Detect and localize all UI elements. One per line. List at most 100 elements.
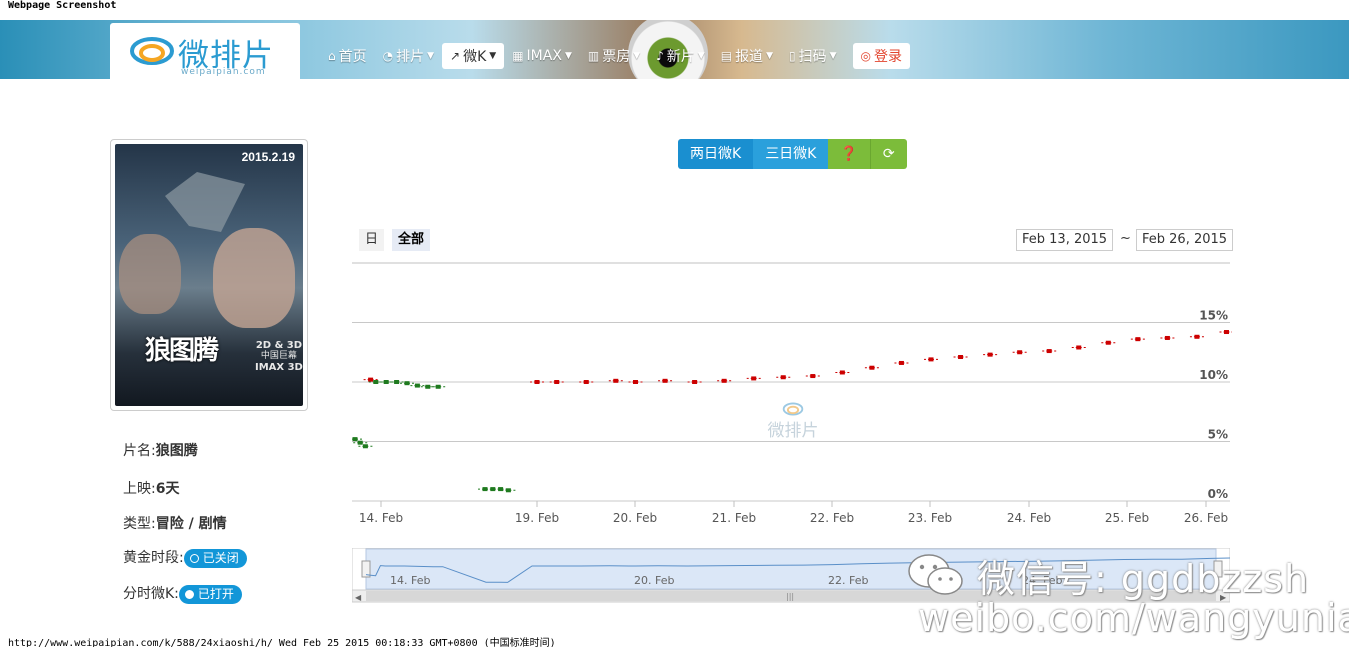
login-button[interactable]: ◎ 登录 <box>852 43 910 69</box>
x-tick-label: 20. Feb <box>613 511 657 525</box>
screenshot-caption-bottom: http://www.weipaipian.com/k/588/24xiaosh… <box>8 638 556 647</box>
y-tick-label: 5% <box>1208 428 1228 442</box>
screenshot-caption-top: Webpage Screenshot <box>8 0 117 11</box>
pie-chart-icon: ◔ <box>382 49 394 63</box>
poster-date: 2015.2.19 <box>241 150 295 164</box>
login-label: 登录 <box>874 49 902 65</box>
nav-item-weik[interactable]: ↗ 微K ▼ <box>442 43 505 69</box>
y-tick-label: 10% <box>1199 368 1228 382</box>
nav-item-scan[interactable]: ▯ 扫码 ▼ <box>781 43 845 69</box>
movie-name-row: 片名:狼图腾 <box>123 440 198 460</box>
y-tick-label: 15% <box>1199 309 1228 323</box>
help-button[interactable]: ❓ <box>828 139 870 169</box>
golden-time-toggle[interactable]: 已关闭 <box>183 548 247 568</box>
navigator-x-label: 14. Feb <box>390 574 430 587</box>
poster-image: 2015.2.19 狼图腾 2D & 3D 中国巨幕 IMAX 3D <box>115 144 303 406</box>
chevron-down-icon: ▼ <box>564 51 572 61</box>
x-tick-label: 26. Feb <box>1184 511 1228 525</box>
scroll-grip-icon: ||| <box>786 592 794 601</box>
nav-item-boxoffice[interactable]: ▥ 票房 ▼ <box>580 43 648 69</box>
poster-format-line: 中国巨幕 <box>260 351 297 361</box>
phone-icon: ▯ <box>788 49 796 63</box>
range-day-button[interactable]: 日 <box>359 229 385 251</box>
field-label: 片名: <box>123 443 156 459</box>
release-row: 上映:6天 <box>123 478 179 498</box>
date-range-separator: ~ <box>1120 231 1131 246</box>
x-tick-label: 21. Feb <box>712 511 756 525</box>
poster-format-line: 2D & 3D <box>255 340 303 351</box>
toggle-on-icon <box>184 589 194 599</box>
split-weik-toggle[interactable]: 已打开 <box>178 584 242 604</box>
nav-item-label: IMAX <box>526 48 562 64</box>
refresh-icon: ⟳ <box>882 146 895 162</box>
poster-face-artwork <box>119 234 181 314</box>
nav-item-imax[interactable]: ▦ IMAX ▼ <box>504 43 580 69</box>
date-to-input[interactable]: Feb 26, 2015 <box>1136 229 1234 251</box>
scroll-left-arrow-icon[interactable]: ◀ <box>355 593 362 602</box>
chart-watermark: 微排片 <box>766 402 820 441</box>
wechat-icon <box>908 554 963 595</box>
nav-item-label: 报道 <box>735 49 764 65</box>
release-days: 6天 <box>155 481 180 497</box>
main-nav: ⌂ 首页 ◔ 排片 ▼ ↗ 微K ▼ ▦ IMAX ▼ ▥ 票房 ▼ ♪ 新片 ▼ ▤ 报道 ▼ ▯ 扫码 ▼… <box>320 43 910 69</box>
x-tick-label: 19. Feb <box>515 511 559 525</box>
chevron-down-icon: ▼ <box>829 51 837 61</box>
genre-row: 类型:冒险 / 剧情 <box>123 513 227 533</box>
logo-eye-icon <box>130 37 174 65</box>
poster-format: 2D & 3D 中国巨幕 IMAX 3D <box>255 340 303 373</box>
movie-poster[interactable]: 2015.2.19 狼图腾 2D & 3D 中国巨幕 IMAX 3D <box>110 139 308 411</box>
x-tick-label: 22. Feb <box>810 511 854 525</box>
weibo-url: weibo.com/wangyunian <box>918 596 1349 640</box>
newspaper-icon: ▤ <box>720 49 733 63</box>
date-from-input[interactable]: Feb 13, 2015 <box>1016 229 1114 251</box>
weik-chart: 0% 5% 10% 15% 14. Feb 19. Feb 20. Feb 21. Feb 22… <box>352 262 1232 525</box>
toggle-off-icon <box>189 553 199 563</box>
poster-face-artwork <box>213 228 295 328</box>
toggle-label: 已打开 <box>197 586 234 601</box>
poster-format-line: IMAX 3D <box>255 362 303 373</box>
watermark-logo-icon <box>782 402 804 416</box>
nav-item-label: 首页 <box>338 49 367 65</box>
nav-item-label: 扫码 <box>798 49 827 65</box>
range-all-button[interactable]: 全部 <box>392 229 431 251</box>
nav-item-label: 排片 <box>396 49 425 65</box>
nav-item-schedule[interactable]: ◔ 排片 ▼ <box>375 43 442 69</box>
wechat-id: 微信号: ggdbzzsh <box>977 556 1310 601</box>
golden-time-row: 黄金时段: 已关闭 <box>123 547 247 568</box>
refresh-button[interactable]: ⟳ <box>869 139 907 169</box>
question-icon: ❓ <box>840 146 858 162</box>
home-icon: ⌂ <box>328 49 336 63</box>
nav-item-report[interactable]: ▤ 报道 ▼ <box>713 43 781 69</box>
x-tick-label: 25. Feb <box>1105 511 1149 525</box>
navigator-x-label: 20. Feb <box>634 574 674 587</box>
nav-item-label: 新片 <box>666 49 695 65</box>
bell-icon: ♪ <box>656 49 664 63</box>
nav-item-home[interactable]: ⌂ 首页 <box>320 43 375 69</box>
movie-name: 狼图腾 <box>155 443 198 459</box>
weik-mode-buttons: 两日微K 三日微K ❓ ⟳ <box>678 139 907 169</box>
field-label: 上映: <box>123 481 156 497</box>
chevron-down-icon: ▼ <box>766 51 773 61</box>
three-day-weik-button[interactable]: 三日微K <box>753 139 829 169</box>
chevron-down-icon: ▼ <box>489 51 497 61</box>
logo-subtext: weipaipian.com <box>181 67 266 77</box>
field-label: 黄金时段: <box>123 550 184 566</box>
weibo-icon: ◎ <box>860 49 871 63</box>
nav-item-new[interactable]: ♪ 新片 ▼ <box>648 43 713 69</box>
two-day-weik-button[interactable]: 两日微K <box>678 139 754 169</box>
toggle-label: 已关闭 <box>202 550 239 565</box>
nav-item-label: 票房 <box>602 49 631 65</box>
field-label: 类型: <box>123 516 156 532</box>
poster-wolf-artwork <box>165 172 245 232</box>
y-tick-label: 0% <box>1208 487 1228 501</box>
genre: 冒险 / 剧情 <box>155 516 227 532</box>
split-weik-row: 分时微K: 已打开 <box>123 583 242 604</box>
x-tick-label: 24. Feb <box>1007 511 1051 525</box>
site-logo[interactable]: 微排片 weipaipian.com <box>110 23 300 79</box>
line-chart-icon: ↗ <box>450 49 461 63</box>
bar-chart-icon: ▥ <box>587 49 600 63</box>
navigator-x-label: 22. Feb <box>828 574 868 587</box>
chevron-down-icon: ▼ <box>697 51 705 61</box>
chevron-down-icon: ▼ <box>427 51 435 61</box>
watermark-text: 微排片 <box>767 421 819 441</box>
